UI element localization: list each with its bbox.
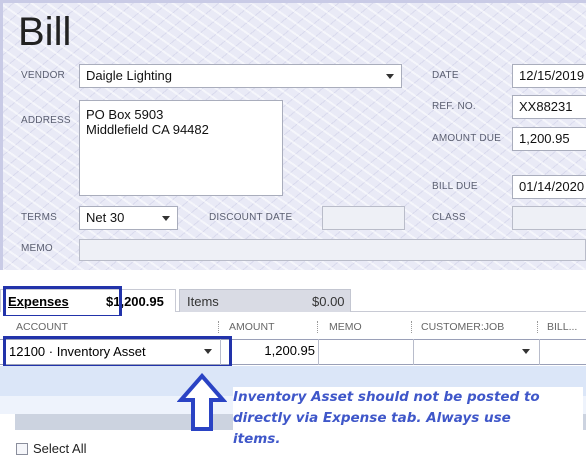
amount-due-label: AMOUNT DUE [432, 133, 502, 144]
address-label: ADDRESS [21, 115, 71, 126]
chevron-down-icon [162, 216, 170, 221]
page-title: Bill [18, 10, 72, 54]
chevron-down-icon [386, 74, 394, 79]
class-label: CLASS [432, 212, 466, 223]
memo-field[interactable] [79, 239, 586, 261]
annotation-line1: Inventory Asset should not be posted to [233, 389, 540, 405]
column-separator [411, 321, 412, 333]
ref-no-field[interactable]: XX88231 [512, 95, 586, 119]
amount-due-field[interactable]: 1,200.95 [512, 127, 586, 151]
column-separator [218, 321, 219, 333]
bill-due-field[interactable]: 01/14/2020 [512, 175, 586, 199]
cell-divider [318, 339, 319, 365]
customer-job-dropdown[interactable] [414, 341, 538, 363]
column-header-account: ACCOUNT [16, 321, 68, 333]
up-arrow-icon [177, 373, 227, 431]
discount-date-field[interactable] [322, 206, 405, 230]
vendor-label: VENDOR [21, 70, 65, 81]
column-header-billable: BILL... [547, 321, 578, 333]
annotation-note: Inventory Asset should not be posted to … [233, 387, 583, 450]
column-separator [317, 321, 318, 333]
terms-value: Net 30 [86, 210, 125, 225]
amount-cell[interactable]: 1,200.95 [221, 343, 315, 358]
column-header-amount: AMOUNT [229, 321, 275, 333]
date-field[interactable]: 12/15/2019 [512, 64, 586, 88]
vendor-dropdown[interactable]: Daigle Lighting [79, 64, 402, 88]
tab-items[interactable]: Items $0.00 [179, 289, 351, 312]
bill-due-label: BILL DUE [432, 181, 478, 192]
annotation-line3: items. [233, 431, 281, 447]
terms-dropdown[interactable]: Net 30 [79, 206, 178, 230]
select-all-label: Select All [33, 441, 87, 456]
tab-items-amount: $0.00 [312, 294, 345, 309]
vendor-value: Daigle Lighting [86, 68, 173, 83]
terms-label: TERMS [21, 212, 57, 223]
tab-items-label: Items [187, 294, 219, 309]
date-label: DATE [432, 70, 459, 81]
chevron-down-icon [522, 349, 530, 354]
expenses-tab-highlight [3, 286, 122, 318]
column-header-memo: MEMO [329, 321, 362, 333]
class-field[interactable] [512, 206, 586, 230]
ref-no-label: REF. NO. [432, 101, 476, 112]
annotation-line2: directly via Expense tab. Always use [233, 410, 511, 426]
account-highlight [3, 336, 232, 368]
address-field[interactable]: PO Box 5903 Middlefield CA 94482 [79, 100, 283, 196]
select-all-checkbox[interactable] [16, 443, 28, 455]
memo-label: MEMO [21, 243, 53, 254]
cell-divider [539, 339, 540, 365]
address-line2: Middlefield CA 94482 [86, 122, 209, 137]
address-line1: PO Box 5903 [86, 107, 164, 122]
discount-date-label: DISCOUNT DATE [209, 212, 293, 223]
column-header-customer-job: CUSTOMER:JOB [421, 321, 505, 333]
column-separator [537, 321, 538, 333]
